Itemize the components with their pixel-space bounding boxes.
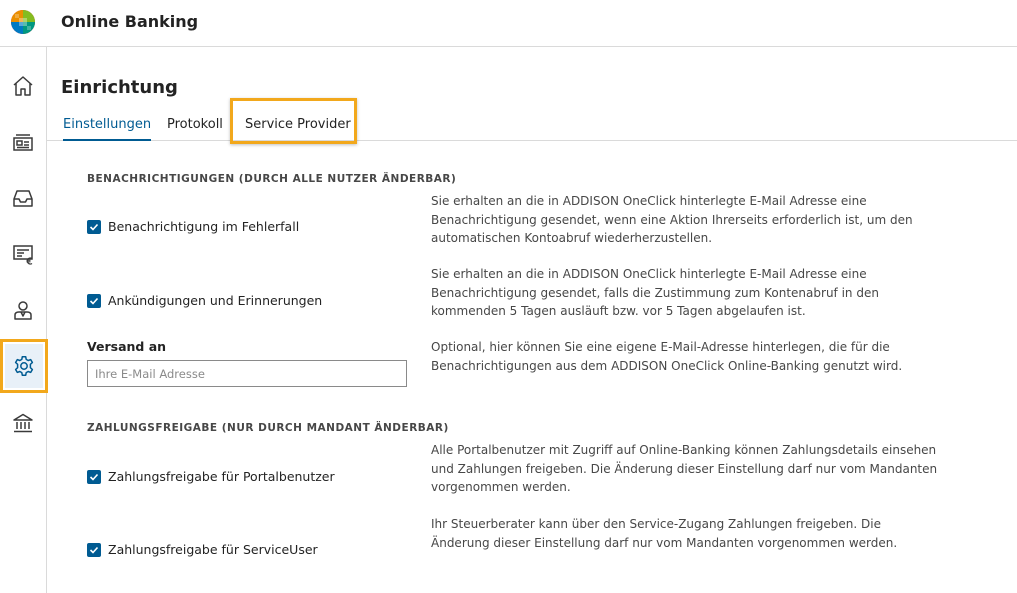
page-title: Einrichtung <box>61 77 178 98</box>
notifications-heading: BENACHRICHTIGUNGEN (DURCH ALLE NUTZER ÄN… <box>87 173 457 185</box>
sidebar-item-payments[interactable] <box>4 235 42 273</box>
send-to-label: Versand an <box>87 339 167 354</box>
payment-release-heading: ZAHLUNGSFREIGABE (NUR DURCH MANDANT ÄNDE… <box>87 422 449 434</box>
payment-portal-checkbox[interactable] <box>87 469 101 484</box>
sidebar-item-home[interactable] <box>4 67 42 105</box>
main-content: Einrichtung Einstellungen Protokoll Serv… <box>47 47 1017 593</box>
checkmark-icon <box>89 223 99 231</box>
checkmark-icon <box>89 546 99 554</box>
bank-building-icon <box>13 413 33 433</box>
euro-document-icon <box>13 245 33 265</box>
payment-portal-row[interactable]: Zahlungsfreigabe für Portalbenutzer <box>87 469 335 484</box>
top-bar: Online Banking <box>0 0 1017 47</box>
sidebar-item-users[interactable] <box>4 291 42 329</box>
email-field[interactable] <box>87 360 407 387</box>
sidebar-item-accounts[interactable] <box>4 123 42 161</box>
payment-serviceuser-checkbox[interactable] <box>87 542 101 557</box>
app-title: Online Banking <box>61 12 199 31</box>
sidebar <box>0 47 48 593</box>
notification-reminder-description: Sie erhalten an die in ADDISON OneClick … <box>431 267 879 318</box>
notification-error-checkbox[interactable] <box>87 219 101 234</box>
inbox-icon <box>13 190 33 207</box>
notification-error-label: Benachrichtigung im Fehlerfall <box>108 219 300 234</box>
notification-error-row[interactable]: Benachrichtigung im Fehlerfall <box>87 219 299 234</box>
notification-reminder-row[interactable]: Ankündigungen und Erinnerungen <box>87 293 322 308</box>
tab-bar: Einstellungen Protokoll Service Provider <box>47 98 1017 144</box>
home-icon <box>13 76 33 96</box>
notification-reminder-checkbox[interactable] <box>87 293 101 308</box>
tab-einstellungen[interactable]: Einstellungen <box>63 117 152 141</box>
payment-serviceuser-label: Zahlungsfreigabe für ServiceUser <box>108 542 318 557</box>
send-to-description: Optional, hier können Sie eine eigene E-… <box>431 340 903 373</box>
bank-logo-icon[interactable] <box>10 9 36 35</box>
tab-protokoll[interactable]: Protokoll <box>167 117 223 132</box>
user-icon <box>14 301 32 320</box>
checkmark-icon <box>89 297 99 305</box>
account-card-icon <box>13 134 33 151</box>
checkmark-icon <box>89 473 99 481</box>
sidebar-item-banks[interactable] <box>4 404 42 442</box>
notification-error-description: Sie erhalten an die in ADDISON OneClick … <box>431 194 913 245</box>
sidebar-item-settings[interactable] <box>0 339 48 393</box>
payment-serviceuser-description: Ihr Steuerberater kann über den Service-… <box>431 517 898 550</box>
payment-portal-description: Alle Portalbenutzer mit Zugriff auf Onli… <box>431 443 938 494</box>
payment-serviceuser-row[interactable]: Zahlungsfreigabe für ServiceUser <box>87 542 318 557</box>
sidebar-item-inbox[interactable] <box>4 179 42 217</box>
tab-service-provider[interactable]: Service Provider <box>245 117 351 132</box>
payment-portal-label: Zahlungsfreigabe für Portalbenutzer <box>108 469 335 484</box>
gear-icon <box>14 356 34 376</box>
notification-reminder-label: Ankündigungen und Erinnerungen <box>108 293 323 308</box>
